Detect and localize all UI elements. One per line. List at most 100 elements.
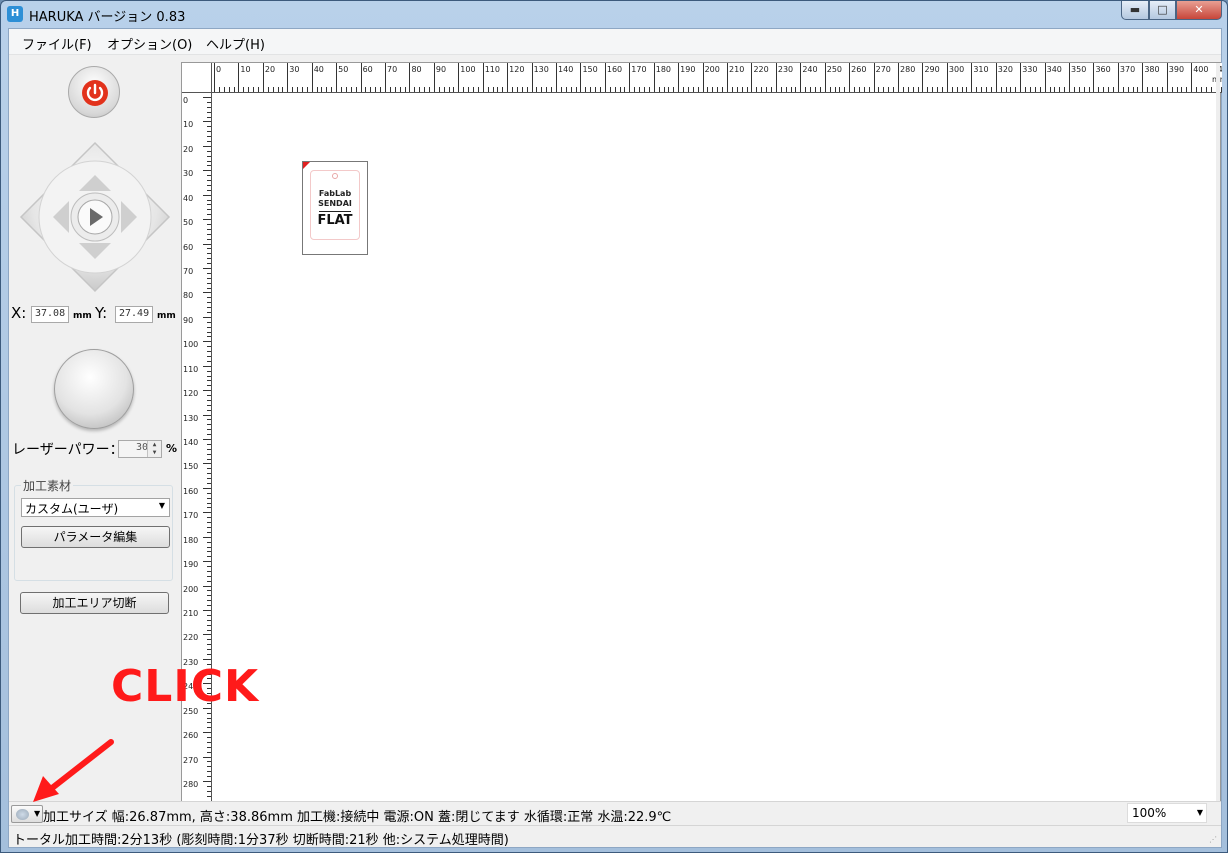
ruler-tick: [673, 87, 675, 92]
ruler-tick: [648, 87, 650, 92]
ruler-tick: [207, 277, 211, 279]
ruler-tick: [766, 87, 768, 92]
ruler-tick: [207, 429, 211, 431]
ruler-tick: [207, 790, 211, 792]
menu-file[interactable]: ファイル(F): [22, 34, 92, 53]
menu-help[interactable]: ヘルプ(H): [206, 34, 265, 53]
ruler-tick: [707, 87, 709, 92]
ruler-tick: [203, 512, 211, 514]
ruler-tick: [785, 87, 787, 92]
ruler-tick: [878, 87, 880, 92]
spin-arrows-icon[interactable]: ▲ ▼: [147, 441, 161, 457]
ruler-tick: [345, 87, 347, 92]
ruler-tick: [1064, 87, 1066, 92]
maximize-button[interactable]: □: [1149, 1, 1176, 20]
ruler-tick: [961, 87, 963, 92]
ruler-label: 280: [183, 780, 199, 790]
ruler-tick: [922, 63, 924, 92]
ruler-tick: [448, 87, 450, 92]
ruler-tick: [203, 610, 211, 612]
cut-area-button[interactable]: 加工エリア切断: [20, 592, 169, 614]
ruler-label: 50: [338, 65, 349, 74]
ruler-tick: [810, 87, 812, 92]
ruler-tick: [207, 453, 211, 455]
ruler-label: 310: [973, 65, 989, 74]
ruler-label: 60: [362, 65, 373, 74]
ruler-label: 80: [411, 65, 422, 74]
ruler-tick: [203, 756, 211, 758]
ruler-label: 60: [183, 242, 194, 252]
ruler-tick: [243, 87, 245, 92]
x-coordinate-field[interactable]: 37.08: [31, 306, 69, 323]
ruler-tick: [207, 737, 211, 739]
ruler-label: 120: [509, 65, 525, 74]
ruler-tick: [203, 268, 211, 269]
laser-power-spinner[interactable]: 30 ▲ ▼: [118, 440, 162, 458]
move-right-button[interactable]: [109, 197, 149, 237]
ruler-label: 260: [851, 65, 867, 74]
ruler-tick: [663, 87, 665, 92]
ruler-tick: [207, 639, 211, 641]
ruler-tick: [203, 194, 211, 196]
ruler-tick: [203, 219, 211, 221]
ruler-tick: [858, 87, 860, 92]
ruler-tick: [207, 580, 211, 582]
ruler-label: 10: [183, 120, 194, 130]
y-coordinate-field[interactable]: 27.49: [115, 306, 153, 323]
ruler-tick: [207, 165, 211, 167]
ruler-tick: [927, 87, 929, 92]
parameter-edit-button[interactable]: パラメータ編集: [21, 526, 170, 548]
ruler-tick: [207, 189, 211, 191]
ruler-tick: [932, 87, 934, 92]
ruler-tick: [207, 517, 211, 519]
ruler-label: 160: [183, 486, 199, 496]
move-left-button[interactable]: [41, 197, 81, 237]
ruler-label: 180: [655, 65, 672, 74]
vertical-scrollbar[interactable]: [1216, 63, 1220, 801]
ruler-tick: [207, 614, 211, 616]
ruler-tick: [990, 87, 992, 92]
job-object[interactable]: FabLab SENDAI FLAT: [302, 161, 368, 255]
ruler-tick: [207, 424, 211, 426]
ruler-label: 120: [183, 389, 199, 399]
ruler-tick: [1083, 87, 1085, 92]
ruler-label: 170: [183, 511, 199, 521]
ruler-tick: [971, 63, 973, 92]
ruler-label: 140: [558, 65, 574, 74]
ruler-tick: [297, 87, 299, 92]
ruler-tick: [1113, 87, 1115, 92]
resize-grip-icon[interactable]: ⋰: [1209, 835, 1219, 845]
ruler-tick: [253, 87, 255, 92]
ruler-tick: [207, 595, 211, 597]
ruler-label: 10: [240, 65, 251, 74]
ruler-tick: [207, 258, 211, 260]
ruler-tick: [805, 87, 807, 92]
ruler-label: 140: [183, 438, 199, 448]
ruler-label: 280: [900, 65, 916, 74]
work-canvas[interactable]: mm 0102030405060708090100110120130140150…: [181, 62, 1222, 803]
ruler-tick: [292, 87, 294, 92]
close-button[interactable]: ✕: [1176, 1, 1222, 20]
ruler-label: 190: [680, 65, 696, 74]
power-button[interactable]: [68, 66, 120, 118]
ruler-tick: [775, 63, 777, 92]
ruler-tick: [1054, 87, 1056, 92]
laser-power-knob[interactable]: [54, 349, 134, 429]
ruler-label: 190: [183, 560, 199, 570]
menu-options[interactable]: オプション(O): [107, 34, 192, 53]
laser-power-unit: %: [166, 442, 178, 455]
zoom-select[interactable]: 100% ▼: [1127, 803, 1207, 823]
play-icon[interactable]: [78, 200, 112, 234]
ruler-tick: [1005, 87, 1007, 92]
ruler-tick: [409, 63, 411, 92]
status-dropdown-button[interactable]: ▼: [11, 805, 43, 823]
ruler-label: 70: [387, 65, 398, 74]
ruler-tick: [207, 199, 211, 201]
move-down-button[interactable]: [75, 231, 115, 271]
ruler-tick: [370, 87, 372, 92]
machine-status-text: 加工サイズ 幅:26.87mm, 高さ:38.86mm 加工機:接続中 電源:O…: [43, 810, 672, 825]
ruler-tick: [497, 87, 499, 92]
ruler-tick: [207, 287, 211, 289]
material-select[interactable]: カスタム(ユーザ) ▼: [21, 498, 170, 517]
minimize-button[interactable]: ▬: [1121, 1, 1149, 20]
